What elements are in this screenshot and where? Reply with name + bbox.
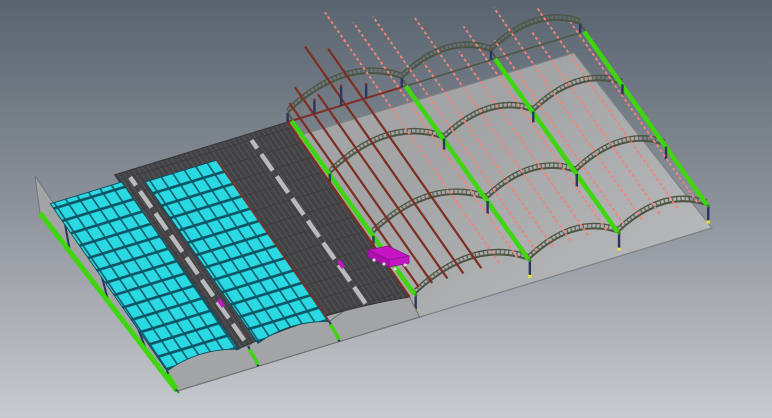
post-tip	[313, 99, 315, 101]
column[interactable]	[579, 24, 581, 33]
column[interactable]	[576, 174, 578, 187]
column[interactable]	[286, 113, 288, 122]
erected-post[interactable]	[340, 87, 342, 106]
anchor-point	[617, 248, 620, 251]
model-scene[interactable]	[0, 0, 772, 418]
erected-post[interactable]	[365, 85, 367, 98]
column[interactable]	[621, 84, 623, 95]
van-wheel	[393, 267, 396, 270]
post-tip	[365, 83, 367, 85]
erected-post[interactable]	[313, 101, 315, 114]
column[interactable]	[401, 78, 403, 87]
column[interactable]	[707, 207, 709, 222]
van-wheel	[382, 262, 385, 265]
column[interactable]	[529, 262, 531, 277]
anchor-point	[707, 220, 710, 223]
anchor-point	[528, 275, 531, 278]
van-wheel	[403, 263, 406, 266]
column[interactable]	[486, 201, 488, 214]
column[interactable]	[532, 111, 534, 122]
van-wheel	[372, 258, 375, 261]
column[interactable]	[490, 51, 492, 60]
post-tip	[340, 85, 342, 87]
column[interactable]	[665, 147, 667, 160]
column[interactable]	[443, 139, 445, 150]
cad-3d-viewport[interactable]	[0, 0, 772, 418]
column[interactable]	[618, 234, 620, 249]
